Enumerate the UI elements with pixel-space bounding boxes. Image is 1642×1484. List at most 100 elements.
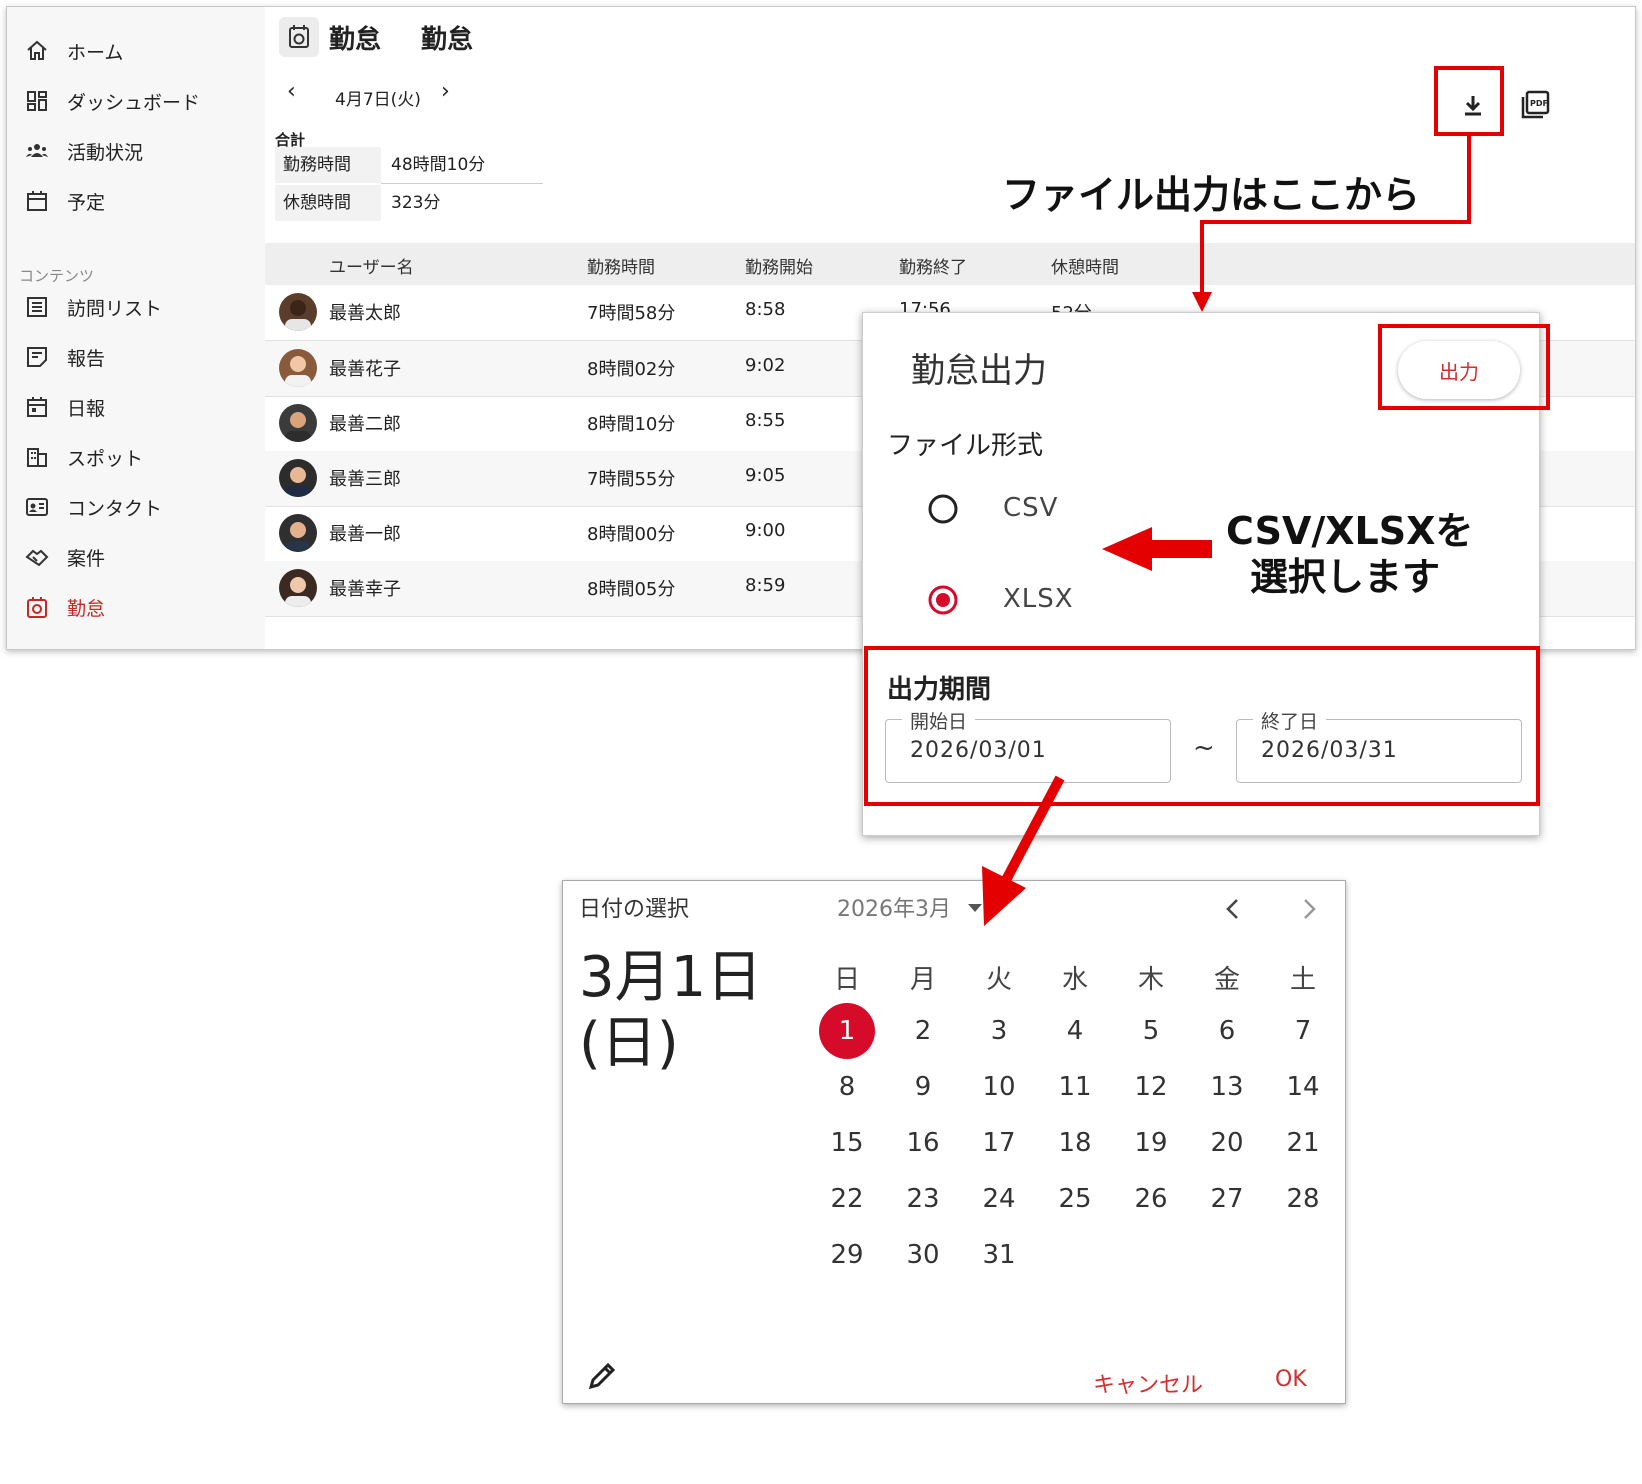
calendar-day[interactable]: 25 xyxy=(1047,1171,1103,1227)
sidebar-item-label: 報告 xyxy=(67,347,106,370)
download-highlight-box xyxy=(1434,66,1504,136)
contact-card-icon xyxy=(25,495,49,519)
calendar-day[interactable]: 8 xyxy=(819,1059,875,1115)
prev-date-button[interactable]: ‹ xyxy=(287,79,296,104)
cell-start: 9:05 xyxy=(745,465,786,486)
calendar-day[interactable]: 12 xyxy=(1123,1059,1179,1115)
cell-work-time: 8時間00分 xyxy=(587,524,676,545)
sidebar-item-schedule[interactable]: 予定 xyxy=(7,179,265,223)
calendar-day[interactable]: 20 xyxy=(1199,1115,1255,1171)
sidebar-item-label: ホーム xyxy=(67,41,124,64)
calendar-day[interactable]: 18 xyxy=(1047,1115,1103,1171)
calendar-day[interactable]: 26 xyxy=(1123,1171,1179,1227)
cell-username: 最善幸子 xyxy=(329,579,401,600)
calendar-day[interactable]: 14 xyxy=(1275,1059,1331,1115)
page-title: 勤怠 xyxy=(329,25,382,55)
attendance-header-icon xyxy=(279,17,319,57)
calendar-day[interactable]: 19 xyxy=(1123,1115,1179,1171)
prev-month-icon[interactable] xyxy=(1223,897,1243,921)
period-highlight-box xyxy=(864,646,1540,806)
sidebar-item-label: 活動状況 xyxy=(67,141,144,164)
sidebar-item-contact[interactable]: コンタクト xyxy=(7,485,265,529)
sidebar-item-report[interactable]: 報告 xyxy=(7,335,265,379)
calendar-day[interactable]: 28 xyxy=(1275,1171,1331,1227)
sidebar-item-attendance[interactable]: 勤怠 xyxy=(7,585,265,629)
calendar-day[interactable]: 23 xyxy=(895,1171,951,1227)
pdf-export-icon[interactable]: PDF xyxy=(1519,89,1551,121)
cell-start: 8:55 xyxy=(745,410,786,431)
calendar-day[interactable]: 27 xyxy=(1199,1171,1255,1227)
cell-work-time: 8時間10分 xyxy=(587,414,676,435)
col-header-start[interactable]: 勤務開始 xyxy=(745,253,813,278)
sidebar-item-spot[interactable]: スポット xyxy=(7,435,265,479)
col-header-work-time[interactable]: 勤務時間 xyxy=(587,253,655,278)
cell-username: 最善三郎 xyxy=(329,469,401,490)
page-subtitle: 勤怠 xyxy=(421,25,474,55)
handshake-icon xyxy=(25,545,49,569)
weekday-header: 木 xyxy=(1137,965,1164,995)
summary-key-break: 休憩時間 xyxy=(275,185,381,221)
calendar-day[interactable]: 30 xyxy=(895,1227,951,1283)
daily-report-icon xyxy=(25,395,49,419)
sidebar-item-label: 日報 xyxy=(67,397,106,420)
calendar-day[interactable]: 7 xyxy=(1275,1003,1331,1059)
edit-pencil-icon[interactable] xyxy=(585,1359,619,1393)
report-icon xyxy=(25,345,49,369)
calendar-day[interactable]: 15 xyxy=(819,1115,875,1171)
calendar-day[interactable]: 6 xyxy=(1199,1003,1255,1059)
cancel-button[interactable]: キャンセル xyxy=(1093,1367,1203,1399)
calendar-day[interactable]: 2 xyxy=(895,1003,951,1059)
list-icon xyxy=(25,295,49,319)
date-picker-title: 日付の選択 xyxy=(579,897,690,922)
calendar-day[interactable]: 13 xyxy=(1199,1059,1255,1115)
calendar-day[interactable]: 16 xyxy=(895,1115,951,1171)
calendar-day-selected[interactable]: 1 xyxy=(819,1003,875,1059)
sidebar: ホーム ダッシュボード 活動状況 予定 コンテンツ 訪問リスト 報告 日報 スポ… xyxy=(7,7,265,649)
xlsx-radio[interactable] xyxy=(927,584,959,616)
sidebar-item-visit-list[interactable]: 訪問リスト xyxy=(7,285,265,329)
ok-button[interactable]: OK xyxy=(1275,1367,1307,1392)
csv-radio[interactable] xyxy=(927,493,959,525)
calendar-day[interactable]: 4 xyxy=(1047,1003,1103,1059)
weekday-header: 月 xyxy=(909,965,936,995)
calendar-day[interactable]: 22 xyxy=(819,1171,875,1227)
calendar-icon xyxy=(25,189,49,213)
cell-username: 最善二郎 xyxy=(329,414,401,435)
calendar-day[interactable]: 9 xyxy=(895,1059,951,1115)
next-month-icon[interactable] xyxy=(1299,897,1319,921)
svg-text:PDF: PDF xyxy=(1530,99,1548,108)
calendar-day[interactable]: 29 xyxy=(819,1227,875,1283)
calendar-day[interactable]: 11 xyxy=(1047,1059,1103,1115)
cell-work-time: 8時間02分 xyxy=(587,359,676,380)
calendar-day[interactable]: 5 xyxy=(1123,1003,1179,1059)
sidebar-item-dashboard[interactable]: ダッシュボード xyxy=(7,79,265,123)
cell-work-time: 7時間55分 xyxy=(587,469,676,490)
sidebar-item-activity[interactable]: 活動状況 xyxy=(7,129,265,173)
cell-start: 9:00 xyxy=(745,520,786,541)
cell-username: 最善太郎 xyxy=(329,303,401,324)
calendar-day[interactable]: 17 xyxy=(971,1115,1027,1171)
col-header-username[interactable]: ユーザー名 xyxy=(329,253,414,278)
sidebar-item-deals[interactable]: 案件 xyxy=(7,535,265,579)
cell-username: 最善一郎 xyxy=(329,524,401,545)
month-selector[interactable]: 2026年3月 xyxy=(837,891,951,923)
calendar-day[interactable]: 24 xyxy=(971,1171,1027,1227)
selected-date-display: 3月1日 xyxy=(579,945,763,1010)
calendar-day[interactable]: 3 xyxy=(971,1003,1027,1059)
sidebar-item-home[interactable]: ホーム xyxy=(7,29,265,73)
csv-radio-label[interactable]: CSV xyxy=(1003,493,1058,523)
sidebar-item-daily-report[interactable]: 日報 xyxy=(7,385,265,429)
calendar-day[interactable]: 21 xyxy=(1275,1115,1331,1171)
cell-work-time: 7時間58分 xyxy=(587,303,676,324)
next-date-button[interactable]: › xyxy=(441,79,450,104)
sidebar-item-label: 案件 xyxy=(67,547,106,570)
xlsx-radio-label[interactable]: XLSX xyxy=(1003,584,1074,614)
avatar xyxy=(279,514,317,552)
dropdown-icon[interactable] xyxy=(967,903,983,913)
col-header-break[interactable]: 休憩時間 xyxy=(1051,253,1119,278)
calendar-day[interactable]: 31 xyxy=(971,1227,1027,1283)
weekday-header: 金 xyxy=(1213,965,1240,995)
weekday-header: 日 xyxy=(833,965,860,995)
calendar-day[interactable]: 10 xyxy=(971,1059,1027,1115)
col-header-end[interactable]: 勤務終了 xyxy=(899,253,967,278)
